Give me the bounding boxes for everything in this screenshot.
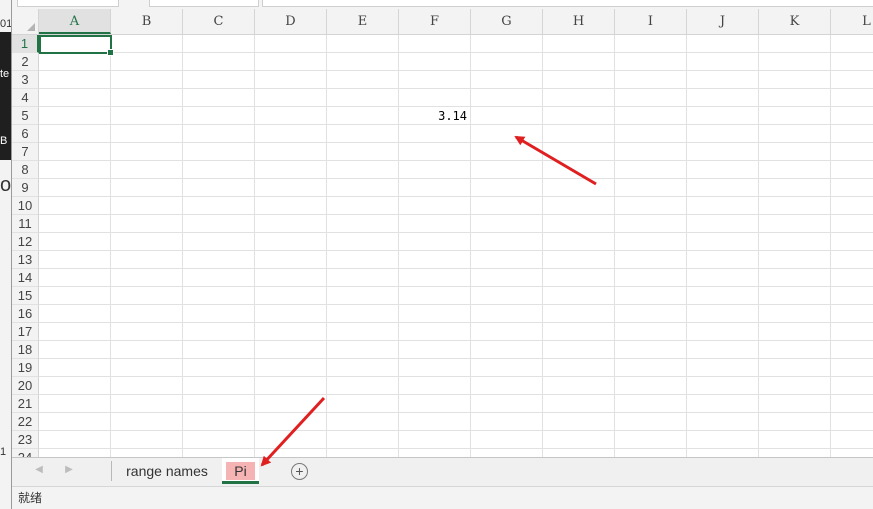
column-header-c[interactable]: C — [183, 9, 255, 34]
column-header-l[interactable]: L — [831, 9, 873, 34]
column-header-i[interactable]: I — [615, 9, 687, 34]
column-header-b[interactable]: B — [111, 9, 183, 34]
column-header-k[interactable]: K — [759, 9, 831, 34]
sheet-tab-range-names[interactable]: range names — [114, 458, 220, 484]
row-header-23[interactable]: 23 — [12, 431, 39, 449]
column-header-h[interactable]: H — [543, 9, 615, 34]
column-header-e[interactable]: E — [327, 9, 399, 34]
row-header-10[interactable]: 10 — [12, 197, 39, 215]
column-header-j[interactable]: J — [687, 9, 759, 34]
row-header-4[interactable]: 4 — [12, 89, 39, 107]
row-header-24[interactable]: 24 — [12, 449, 39, 457]
column-header-a[interactable]: A — [39, 9, 111, 34]
row-header-22[interactable]: 22 — [12, 413, 39, 431]
sheet-tab-bar: ◀ ▶ range names Pi + — [12, 457, 873, 486]
tab-divider — [111, 461, 112, 481]
row-header-6[interactable]: 6 — [12, 125, 39, 143]
status-bar: 就绪 — [12, 486, 873, 509]
status-text: 就绪 — [18, 491, 43, 505]
scroll-tabs-right-icon[interactable]: ▶ — [62, 464, 76, 475]
formula-bar — [12, 0, 873, 9]
background-text-fragment: B — [0, 135, 8, 147]
row-header-5[interactable]: 5 — [12, 107, 39, 125]
column-header-f[interactable]: F — [399, 9, 471, 34]
active-cell-cursor[interactable] — [39, 35, 114, 56]
row-header-15[interactable]: 15 — [12, 287, 39, 305]
row-header-3[interactable]: 3 — [12, 71, 39, 89]
name-box[interactable] — [17, 0, 119, 7]
cell-f5[interactable]: 3.14 — [399, 107, 467, 125]
column-header-g[interactable]: G — [471, 9, 543, 34]
row-header-2[interactable]: 2 — [12, 53, 39, 71]
background-text-fragment: 1 — [0, 446, 7, 458]
background-text-fragment: te — [0, 68, 10, 80]
spreadsheet-window: ABCDEFGHIJKL 1 2 3 4 5 6 7 8 9 10 11 12 13 14 15 16 17 18… — [11, 0, 873, 509]
row-header-9[interactable]: 9 — [12, 179, 39, 197]
row-header-7[interactable]: 7 — [12, 143, 39, 161]
column-header-row: ABCDEFGHIJKL — [12, 9, 873, 35]
row-header-11[interactable]: 11 — [12, 215, 39, 233]
row-header-column: 123456789101112131415161718192021222324 — [12, 35, 39, 457]
cell-grid[interactable]: 3.14 — [39, 35, 873, 457]
background-text-fragment: o — [0, 174, 12, 196]
sheet-tab-label: Pi — [226, 462, 255, 480]
row-header-21[interactable]: 21 — [12, 395, 39, 413]
row-header-14[interactable]: 14 — [12, 269, 39, 287]
row-header-8[interactable]: 8 — [12, 161, 39, 179]
select-all-corner[interactable] — [12, 9, 39, 34]
row-header-19[interactable]: 19 — [12, 359, 39, 377]
row-header-17[interactable]: 17 — [12, 323, 39, 341]
scroll-tabs-left-icon[interactable]: ◀ — [32, 464, 46, 475]
add-sheet-icon[interactable]: + — [291, 463, 308, 480]
column-header-d[interactable]: D — [255, 9, 327, 34]
row-header-16[interactable]: 16 — [12, 305, 39, 323]
row-header-1[interactable]: 1 — [12, 35, 39, 53]
sheet-tab-label: range names — [126, 463, 208, 479]
background-window-strip: 01 te B o 1 — [0, 0, 12, 509]
row-header-18[interactable]: 18 — [12, 341, 39, 359]
row-header-12[interactable]: 12 — [12, 233, 39, 251]
formula-input[interactable] — [262, 0, 873, 7]
row-header-13[interactable]: 13 — [12, 251, 39, 269]
row-header-20[interactable]: 20 — [12, 377, 39, 395]
function-box[interactable] — [149, 0, 259, 7]
sheet-tab-pi[interactable]: Pi — [222, 458, 259, 484]
